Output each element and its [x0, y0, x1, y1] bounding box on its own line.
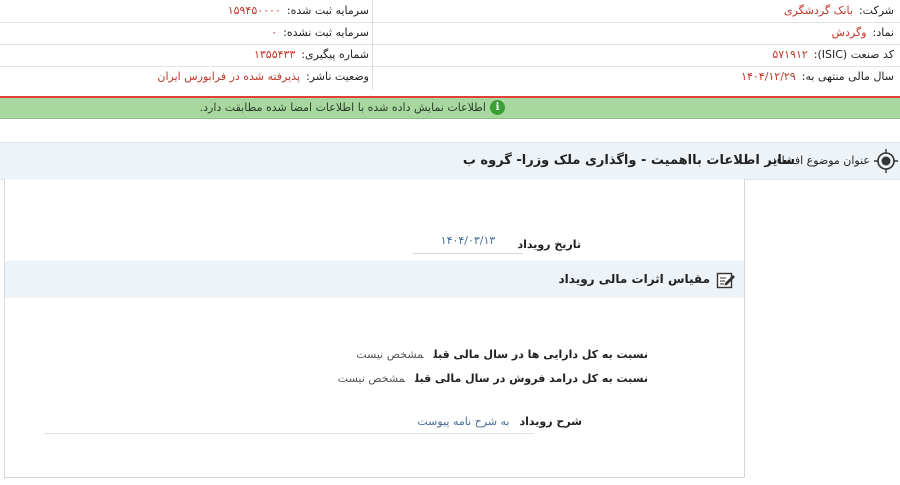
event-date-label: تاریخ رویداد	[517, 238, 581, 251]
event-description-label: شرح رویداد	[519, 415, 583, 428]
assets-ratio-row: نسبت به کل دارایی ها در سال مالی قبل مشخص…	[356, 345, 648, 365]
tracking-value: ۱۳۵۵۴۳۳	[253, 48, 296, 61]
subject-title: سایر اطلاعات بااهمیت - واگذاری ملک وزرا-…	[462, 153, 795, 168]
event-date-value: ۱۴۰۴/۰۳/۱۳	[413, 234, 523, 254]
column-divider	[372, 0, 373, 90]
fiscal-year-field: سال مالی منتهی به: ۱۴۰۴/۱۲/۲۹	[741, 66, 894, 88]
tracking-label: شماره پیگیری:	[301, 48, 369, 61]
company-field: شرکت: بانک گردشگری	[784, 0, 894, 22]
tracking-field: شماره پیگیری: ۱۳۵۵۴۳۳	[254, 44, 369, 66]
company-value: بانک گردشگری	[783, 4, 853, 17]
info-row-1: شرکت: بانک گردشگری سرمایه ثبت شده: ۱۵۹۴۵۰۰…	[0, 0, 900, 23]
symbol-value: وگردش	[831, 26, 867, 39]
event-description-value: به شرح نامه پیوست	[417, 415, 510, 428]
fiscal-year-label: سال مالی منتهی به:	[801, 70, 894, 83]
info-row-4: سال مالی منتهی به: ۱۴۰۴/۱۲/۲۹ وضعیت ناشر:…	[0, 66, 900, 88]
fiscal-year-value: ۱۴۰۴/۱۲/۲۹	[741, 70, 796, 83]
target-icon	[874, 149, 898, 173]
assets-ratio-value: مشخص نیست	[356, 348, 424, 361]
unregistered-capital-value: ۰	[271, 26, 278, 39]
description-underline	[44, 433, 534, 434]
registered-capital-label: سرمایه ثبت شده:	[286, 4, 369, 17]
revenue-ratio-label: نسبت به کل درامد فروش در سال مالی قبل	[415, 372, 648, 385]
unregistered-capital-field: سرمایه ثبت نشده: ۰	[271, 22, 369, 44]
publisher-status-label: وضعیت ناشر:	[306, 70, 369, 83]
symbol-field: نماد: وگردش	[832, 22, 894, 44]
alert-text: اطلاعات نمایش داده شده با اطلاعات امضا ش…	[199, 101, 486, 114]
registered-capital-field: سرمایه ثبت شده: ۱۵۹۴۵۰۰۰۰	[228, 0, 369, 22]
publisher-status-field: وضعیت ناشر: پذیرفته شده در فرابورس ایران	[157, 66, 369, 88]
company-label: شرکت:	[858, 4, 894, 17]
verification-alert: i اطلاعات نمایش داده شده با اطلاعات امضا…	[0, 98, 900, 119]
edit-icon	[716, 272, 735, 289]
company-info-grid: شرکت: بانک گردشگری سرمایه ثبت شده: ۱۵۹۴۵۰۰…	[0, 0, 900, 90]
info-row-2: نماد: وگردش سرمایه ثبت نشده: ۰	[0, 22, 900, 45]
isic-label: کد صنعت (ISIC):	[813, 48, 894, 61]
revenue-ratio-row: نسبت به کل درامد فروش در سال مالی قبل مشخ…	[338, 369, 648, 389]
isic-value: ۵۷۱۹۱۲	[772, 48, 808, 61]
subject-bar: عنوان موضوع افشاء: سایر اطلاعات بااهمیت …	[0, 142, 900, 180]
info-row-3: کد صنعت (ISIC): ۵۷۱۹۱۲ شماره پیگیری: ۱۳۵۵۴…	[0, 44, 900, 67]
assets-ratio-label: نسبت به کل دارایی ها در سال مالی قبل	[433, 348, 649, 361]
symbol-label: نماد:	[872, 26, 894, 39]
publisher-status-value: پذیرفته شده در فرابورس ایران	[157, 70, 301, 83]
isic-field: کد صنعت (ISIC): ۵۷۱۹۱۲	[772, 44, 894, 66]
event-panel: تاریخ رویداد ۱۴۰۴/۰۳/۱۳ مقیاس اثرات مالی…	[4, 179, 745, 478]
info-icon: i	[490, 100, 505, 115]
unregistered-capital-label: سرمایه ثبت نشده:	[283, 26, 369, 39]
financial-impact-title: مقیاس اثرات مالی رویداد	[558, 272, 710, 286]
financial-impact-section-header: مقیاس اثرات مالی رویداد	[5, 261, 744, 298]
registered-capital-value: ۱۵۹۴۵۰۰۰۰	[227, 4, 281, 17]
event-description-row: شرح رویداد به شرح نامه پیوست	[417, 411, 582, 433]
revenue-ratio-value: مشخص نیست	[337, 372, 406, 385]
